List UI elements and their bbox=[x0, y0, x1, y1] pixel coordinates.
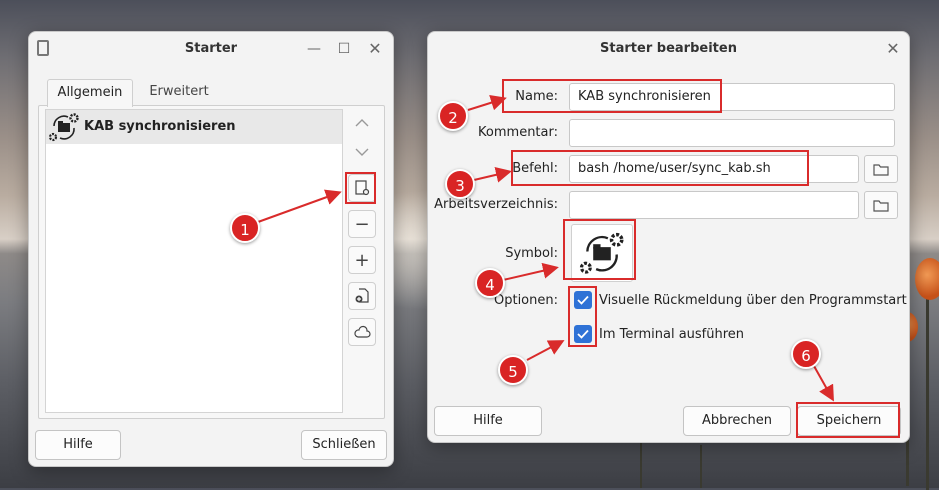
badge-4: 4 bbox=[475, 268, 505, 298]
dialog-help-label: Hilfe bbox=[473, 413, 503, 428]
add-new-launcher-button[interactable] bbox=[348, 282, 376, 310]
launcher-list: KAB synchronisieren bbox=[45, 109, 343, 413]
starter-window: Starter — ☐ ✕ Allgemein Erweitert KAB sy… bbox=[28, 31, 394, 467]
badge-5: 5 bbox=[498, 355, 528, 385]
icon-label: Symbol: bbox=[505, 246, 558, 261]
close-button-label: Schließen bbox=[312, 437, 376, 452]
save-button-label: Speichern bbox=[816, 413, 882, 428]
cloud-button[interactable] bbox=[348, 318, 376, 346]
move-down-button[interactable] bbox=[348, 138, 376, 166]
sync-folder-icon bbox=[579, 232, 624, 274]
save-button[interactable]: Speichern bbox=[797, 406, 901, 436]
folder-icon bbox=[873, 199, 889, 212]
badge-2: 2 bbox=[438, 101, 468, 131]
tab-general-label: Allgemein bbox=[57, 85, 123, 100]
tab-advanced-label: Erweitert bbox=[149, 84, 209, 99]
grass-stem bbox=[640, 440, 642, 488]
check-icon bbox=[577, 329, 589, 339]
list-item[interactable]: KAB synchronisieren bbox=[46, 110, 342, 144]
cloud-icon bbox=[354, 325, 371, 338]
help-button[interactable]: Hilfe bbox=[35, 430, 121, 460]
check-icon bbox=[577, 295, 589, 305]
name-field[interactable]: KAB synchronisieren bbox=[569, 83, 895, 111]
tab-general[interactable]: Allgemein bbox=[47, 79, 133, 107]
cancel-button-label: Abbrechen bbox=[701, 413, 773, 428]
edit-launcher-dialog: Starter bearbeiten ✕ Name: KAB synchroni… bbox=[427, 31, 910, 443]
edit-document-icon bbox=[355, 180, 370, 196]
cancel-button[interactable]: Abbrechen bbox=[683, 406, 791, 436]
workdir-label: Arbeitsverzeichnis: bbox=[434, 197, 558, 212]
run-in-terminal-checkbox[interactable] bbox=[574, 325, 592, 343]
command-field[interactable]: bash /home/user/sync_kab.sh bbox=[569, 155, 859, 183]
visual-feedback-label: Visuelle Rückmeldung über den Programmst… bbox=[599, 293, 907, 308]
tab-advanced[interactable]: Erweitert bbox=[137, 79, 221, 106]
add-button[interactable]: + bbox=[348, 246, 376, 274]
icon-picker-button[interactable] bbox=[571, 224, 633, 282]
comment-field[interactable] bbox=[569, 119, 895, 147]
dialog-title: Starter bearbeiten bbox=[600, 41, 737, 56]
workdir-field[interactable] bbox=[569, 191, 859, 219]
move-up-button[interactable] bbox=[348, 109, 376, 137]
titlebar: Starter — ☐ ✕ bbox=[29, 32, 393, 66]
sync-folder-icon bbox=[48, 112, 80, 142]
badge-6: 6 bbox=[791, 339, 821, 369]
flower-stem bbox=[926, 290, 929, 490]
close-button[interactable]: Schließen bbox=[301, 430, 387, 460]
command-browse-button[interactable] bbox=[864, 155, 898, 183]
close-icon[interactable]: ✕ bbox=[365, 39, 385, 59]
maximize-icon[interactable]: ☐ bbox=[334, 39, 354, 59]
run-in-terminal-label: Im Terminal ausführen bbox=[599, 327, 745, 342]
badge-3: 3 bbox=[445, 169, 475, 199]
remove-button[interactable]: − bbox=[348, 210, 376, 238]
dialog-close-icon[interactable]: ✕ bbox=[883, 39, 903, 59]
visual-feedback-checkbox[interactable] bbox=[574, 291, 592, 309]
minimize-icon[interactable]: — bbox=[304, 39, 324, 59]
new-document-icon bbox=[355, 288, 369, 303]
dialog-titlebar: Starter bearbeiten ✕ bbox=[428, 32, 909, 66]
list-item-label: KAB synchronisieren bbox=[84, 119, 236, 134]
workdir-browse-button[interactable] bbox=[864, 191, 898, 219]
folder-icon bbox=[873, 163, 889, 176]
grass-stem bbox=[700, 445, 702, 488]
edit-launcher-button[interactable] bbox=[348, 174, 376, 202]
dialog-help-button[interactable]: Hilfe bbox=[434, 406, 542, 436]
badge-1: 1 bbox=[230, 213, 260, 243]
help-button-label: Hilfe bbox=[63, 437, 93, 452]
flower bbox=[915, 258, 939, 300]
